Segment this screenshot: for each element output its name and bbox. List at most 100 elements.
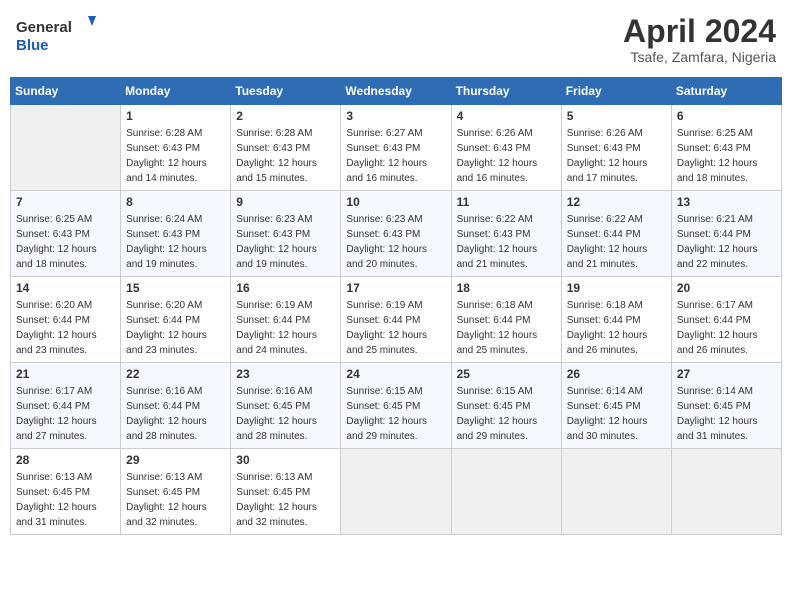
day-info: Sunrise: 6:15 AMSunset: 6:45 PMDaylight:… xyxy=(346,384,445,444)
calendar-cell: 30 Sunrise: 6:13 AMSunset: 6:45 PMDayligh… xyxy=(231,449,341,535)
day-number: 17 xyxy=(346,281,445,295)
calendar-cell xyxy=(451,449,561,535)
day-number: 11 xyxy=(457,195,556,209)
day-number: 29 xyxy=(126,453,225,467)
day-number: 2 xyxy=(236,109,335,123)
calendar-cell: 12 Sunrise: 6:22 AMSunset: 6:44 PMDayligh… xyxy=(561,191,671,277)
day-info: Sunrise: 6:25 AMSunset: 6:43 PMDaylight:… xyxy=(677,126,776,186)
day-number: 16 xyxy=(236,281,335,295)
day-number: 22 xyxy=(126,367,225,381)
day-info: Sunrise: 6:16 AMSunset: 6:44 PMDaylight:… xyxy=(126,384,225,444)
calendar-week-row: 1 Sunrise: 6:28 AMSunset: 6:43 PMDaylight… xyxy=(11,105,782,191)
calendar-cell: 29 Sunrise: 6:13 AMSunset: 6:45 PMDayligh… xyxy=(121,449,231,535)
day-number: 9 xyxy=(236,195,335,209)
calendar-cell: 28 Sunrise: 6:13 AMSunset: 6:45 PMDayligh… xyxy=(11,449,121,535)
calendar-cell xyxy=(561,449,671,535)
month-title: April 2024 xyxy=(623,14,776,49)
day-info: Sunrise: 6:27 AMSunset: 6:43 PMDaylight:… xyxy=(346,126,445,186)
calendar-cell: 14 Sunrise: 6:20 AMSunset: 6:44 PMDayligh… xyxy=(11,277,121,363)
day-info: Sunrise: 6:13 AMSunset: 6:45 PMDaylight:… xyxy=(236,470,335,530)
calendar-week-row: 14 Sunrise: 6:20 AMSunset: 6:44 PMDayligh… xyxy=(11,277,782,363)
svg-text:General: General xyxy=(16,19,72,36)
day-info: Sunrise: 6:26 AMSunset: 6:43 PMDaylight:… xyxy=(457,126,556,186)
calendar-cell: 24 Sunrise: 6:15 AMSunset: 6:45 PMDayligh… xyxy=(341,363,451,449)
calendar-cell: 1 Sunrise: 6:28 AMSunset: 6:43 PMDaylight… xyxy=(121,105,231,191)
calendar-cell: 2 Sunrise: 6:28 AMSunset: 6:43 PMDaylight… xyxy=(231,105,341,191)
day-number: 21 xyxy=(16,367,115,381)
day-number: 14 xyxy=(16,281,115,295)
calendar-cell: 23 Sunrise: 6:16 AMSunset: 6:45 PMDayligh… xyxy=(231,363,341,449)
calendar-cell xyxy=(671,449,781,535)
weekday-header: Tuesday xyxy=(231,78,341,105)
day-number: 26 xyxy=(567,367,666,381)
day-number: 30 xyxy=(236,453,335,467)
day-number: 7 xyxy=(16,195,115,209)
day-number: 5 xyxy=(567,109,666,123)
day-info: Sunrise: 6:23 AMSunset: 6:43 PMDaylight:… xyxy=(346,212,445,272)
calendar-cell: 25 Sunrise: 6:15 AMSunset: 6:45 PMDayligh… xyxy=(451,363,561,449)
day-number: 27 xyxy=(677,367,776,381)
day-info: Sunrise: 6:28 AMSunset: 6:43 PMDaylight:… xyxy=(126,126,225,186)
svg-text:Blue: Blue xyxy=(16,37,49,54)
day-number: 12 xyxy=(567,195,666,209)
day-info: Sunrise: 6:25 AMSunset: 6:43 PMDaylight:… xyxy=(16,212,115,272)
header: General Blue April 2024 Tsafe, Zamfara, … xyxy=(10,10,782,69)
calendar-cell xyxy=(11,105,121,191)
day-number: 24 xyxy=(346,367,445,381)
calendar-cell: 5 Sunrise: 6:26 AMSunset: 6:43 PMDaylight… xyxy=(561,105,671,191)
day-number: 8 xyxy=(126,195,225,209)
day-number: 1 xyxy=(126,109,225,123)
calendar-week-row: 21 Sunrise: 6:17 AMSunset: 6:44 PMDayligh… xyxy=(11,363,782,449)
day-info: Sunrise: 6:18 AMSunset: 6:44 PMDaylight:… xyxy=(457,298,556,358)
calendar-cell: 4 Sunrise: 6:26 AMSunset: 6:43 PMDaylight… xyxy=(451,105,561,191)
day-info: Sunrise: 6:13 AMSunset: 6:45 PMDaylight:… xyxy=(16,470,115,530)
calendar-cell: 21 Sunrise: 6:17 AMSunset: 6:44 PMDayligh… xyxy=(11,363,121,449)
day-number: 4 xyxy=(457,109,556,123)
weekday-header: Wednesday xyxy=(341,78,451,105)
day-info: Sunrise: 6:23 AMSunset: 6:43 PMDaylight:… xyxy=(236,212,335,272)
day-number: 20 xyxy=(677,281,776,295)
day-info: Sunrise: 6:15 AMSunset: 6:45 PMDaylight:… xyxy=(457,384,556,444)
day-info: Sunrise: 6:21 AMSunset: 6:44 PMDaylight:… xyxy=(677,212,776,272)
calendar-cell: 7 Sunrise: 6:25 AMSunset: 6:43 PMDaylight… xyxy=(11,191,121,277)
weekday-header: Friday xyxy=(561,78,671,105)
calendar-cell: 11Sunrise: 6:22 AMSunset: 6:43 PMDayligh… xyxy=(451,191,561,277)
calendar-cell: 10 Sunrise: 6:23 AMSunset: 6:43 PMDayligh… xyxy=(341,191,451,277)
calendar-cell: 8 Sunrise: 6:24 AMSunset: 6:43 PMDaylight… xyxy=(121,191,231,277)
day-info: Sunrise: 6:28 AMSunset: 6:43 PMDaylight:… xyxy=(236,126,335,186)
day-info: Sunrise: 6:24 AMSunset: 6:43 PMDaylight:… xyxy=(126,212,225,272)
day-number: 18 xyxy=(457,281,556,295)
day-info: Sunrise: 6:18 AMSunset: 6:44 PMDaylight:… xyxy=(567,298,666,358)
day-info: Sunrise: 6:17 AMSunset: 6:44 PMDaylight:… xyxy=(677,298,776,358)
day-info: Sunrise: 6:17 AMSunset: 6:44 PMDaylight:… xyxy=(16,384,115,444)
day-number: 25 xyxy=(457,367,556,381)
day-info: Sunrise: 6:26 AMSunset: 6:43 PMDaylight:… xyxy=(567,126,666,186)
weekday-header-row: SundayMondayTuesdayWednesdayThursdayFrid… xyxy=(11,78,782,105)
calendar-cell: 26 Sunrise: 6:14 AMSunset: 6:45 PMDayligh… xyxy=(561,363,671,449)
calendar-week-row: 28 Sunrise: 6:13 AMSunset: 6:45 PMDayligh… xyxy=(11,449,782,535)
day-info: Sunrise: 6:20 AMSunset: 6:44 PMDaylight:… xyxy=(126,298,225,358)
day-info: Sunrise: 6:14 AMSunset: 6:45 PMDaylight:… xyxy=(567,384,666,444)
calendar-cell: 6Sunrise: 6:25 AMSunset: 6:43 PMDaylight… xyxy=(671,105,781,191)
calendar-cell: 19 Sunrise: 6:18 AMSunset: 6:44 PMDayligh… xyxy=(561,277,671,363)
weekday-header: Monday xyxy=(121,78,231,105)
calendar-cell: 3Sunrise: 6:27 AMSunset: 6:43 PMDaylight… xyxy=(341,105,451,191)
day-number: 10 xyxy=(346,195,445,209)
weekday-header: Sunday xyxy=(11,78,121,105)
day-number: 19 xyxy=(567,281,666,295)
logo-svg: General Blue xyxy=(16,14,96,59)
weekday-header: Thursday xyxy=(451,78,561,105)
day-number: 28 xyxy=(16,453,115,467)
day-info: Sunrise: 6:19 AMSunset: 6:44 PMDaylight:… xyxy=(236,298,335,358)
title-area: April 2024 Tsafe, Zamfara, Nigeria xyxy=(623,14,776,65)
day-number: 23 xyxy=(236,367,335,381)
calendar-cell: 15 Sunrise: 6:20 AMSunset: 6:44 PMDayligh… xyxy=(121,277,231,363)
day-info: Sunrise: 6:22 AMSunset: 6:44 PMDaylight:… xyxy=(567,212,666,272)
day-info: Sunrise: 6:13 AMSunset: 6:45 PMDaylight:… xyxy=(126,470,225,530)
day-info: Sunrise: 6:20 AMSunset: 6:44 PMDaylight:… xyxy=(16,298,115,358)
day-number: 13 xyxy=(677,195,776,209)
day-number: 15 xyxy=(126,281,225,295)
calendar-table: SundayMondayTuesdayWednesdayThursdayFrid… xyxy=(10,77,782,535)
day-info: Sunrise: 6:16 AMSunset: 6:45 PMDaylight:… xyxy=(236,384,335,444)
calendar-cell: 27Sunrise: 6:14 AMSunset: 6:45 PMDayligh… xyxy=(671,363,781,449)
